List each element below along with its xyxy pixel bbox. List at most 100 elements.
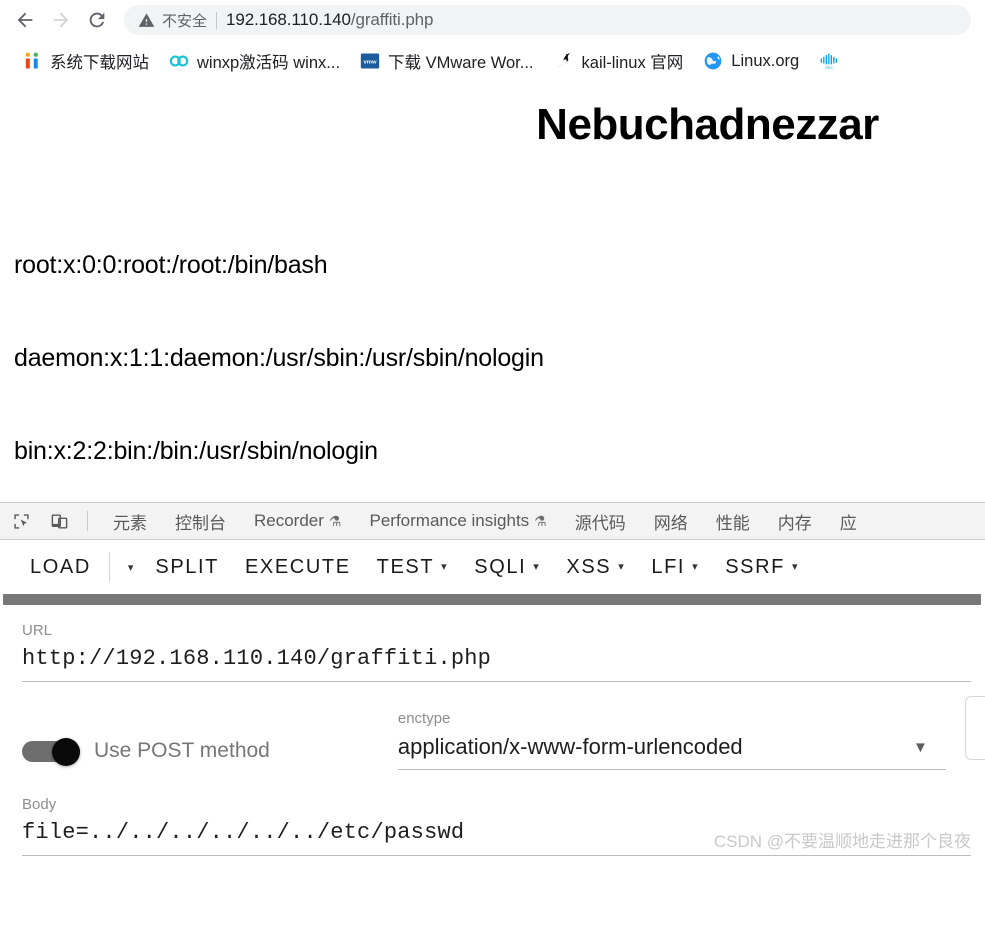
favicon-kali-dragon bbox=[556, 53, 570, 68]
hackbar-split-button[interactable]: SPLIT bbox=[155, 550, 219, 585]
tab-label: Recorder bbox=[254, 511, 324, 530]
chevron-down-icon: ▾ bbox=[127, 562, 134, 574]
tab-label: 性能 bbox=[715, 513, 750, 533]
devtools-tab-console[interactable]: 控制台 bbox=[161, 503, 240, 539]
hackbar-ssrf-button[interactable]: SSRF ▾ bbox=[725, 550, 799, 585]
bookmark-item-winxp[interactable]: winxp激活码 winx... bbox=[159, 45, 350, 77]
favicon-system-download bbox=[25, 52, 38, 69]
back-button[interactable] bbox=[8, 3, 42, 37]
tab-label: 控制台 bbox=[175, 513, 226, 533]
hackbar-request-form: URL http://192.168.110.140/graffiti.php … bbox=[0, 608, 985, 856]
chevron-down-icon: ▾ bbox=[692, 560, 700, 573]
button-label: XSS bbox=[566, 555, 612, 578]
passwd-line: root:x:0:0:root:/root:/bin/bash bbox=[14, 251, 328, 279]
page-title: Nebuchadnezzar bbox=[536, 100, 879, 149]
hackbar-load-dropdown-button[interactable]: ▾ bbox=[124, 552, 138, 582]
hackbar-xss-button[interactable]: XSS ▾ bbox=[566, 550, 625, 585]
inspect-element-button[interactable] bbox=[4, 506, 38, 536]
button-label: LFI bbox=[651, 555, 686, 578]
bookmark-item-vmware[interactable]: vmw 下载 VMware Wor... bbox=[350, 45, 543, 77]
hackbar-load-button[interactable]: LOAD bbox=[30, 550, 91, 585]
reload-button[interactable] bbox=[80, 3, 114, 37]
tab-label: 应 bbox=[839, 513, 857, 533]
button-label: TEST bbox=[376, 555, 435, 578]
chevron-down-icon: ▾ bbox=[791, 560, 800, 573]
tab-label: Performance insights bbox=[369, 511, 530, 530]
enctype-select-underline bbox=[397, 769, 946, 770]
chevron-down-icon: ▾ bbox=[533, 560, 541, 573]
url-input[interactable]: http://192.168.110.140/graffiti.php bbox=[0, 646, 985, 671]
devtools-tab-performance[interactable]: 性能 bbox=[702, 503, 764, 539]
bookmark-label: 系统下载网站 bbox=[50, 54, 149, 72]
chevron-down-icon: ▼ bbox=[913, 738, 928, 756]
watermark-text: CSDN @不要温顺地走进那个良夜 bbox=[713, 832, 971, 851]
arrow-right-icon bbox=[53, 12, 69, 28]
hackbar-execute-button[interactable]: EXECUTE bbox=[245, 550, 351, 585]
devtools-tab-elements[interactable]: 元素 bbox=[99, 503, 161, 539]
button-label: SPLIT bbox=[155, 555, 219, 578]
devtools-tab-network[interactable]: 网络 bbox=[640, 503, 702, 539]
enctype-select[interactable]: application/x-www-form-urlencoded ▼ bbox=[398, 734, 946, 760]
hackbar-test-button[interactable]: TEST ▾ bbox=[377, 550, 449, 585]
hackbar-lfi-button[interactable]: LFI ▾ bbox=[651, 550, 699, 585]
url-field-group: URL http://192.168.110.140/graffiti.php bbox=[0, 622, 985, 682]
device-toolbar-button[interactable] bbox=[42, 506, 76, 536]
favicon-cisco: cisco bbox=[820, 53, 838, 70]
bookmark-item-kali-linux[interactable]: kail-linux 官网 bbox=[544, 45, 694, 77]
use-post-method-toggle-group[interactable]: Use POST method bbox=[22, 738, 270, 770]
devtools-tab-performance-insights[interactable]: Performance insights ⚗ bbox=[355, 503, 560, 539]
bookmark-label: Linux.org bbox=[731, 51, 800, 70]
url-path: /graffiti.php bbox=[350, 10, 434, 29]
button-label: LOAD bbox=[30, 555, 91, 578]
side-panel-peek[interactable] bbox=[965, 696, 985, 760]
post-method-row: Use POST method enctype application/x-ww… bbox=[0, 710, 985, 770]
button-label: SQLI bbox=[474, 555, 527, 578]
scrollbar-thumb[interactable] bbox=[3, 594, 981, 605]
use-post-method-label: Use POST method bbox=[94, 739, 270, 762]
passwd-line: bin:x:2:2:bin:/bin:/usr/sbin/nologin bbox=[14, 437, 378, 465]
browser-chrome: 不安全 192.168.110.140/graffiti.php 系统下载网站 … bbox=[0, 0, 985, 82]
hackbar-panel: LOAD ▾ SPLIT EXECUTE TEST ▾ SQLI ▾ XSS ▾… bbox=[0, 540, 985, 856]
hackbar-sqli-button[interactable]: SQLI ▾ bbox=[474, 550, 540, 585]
reload-icon bbox=[89, 12, 105, 28]
devtools-tab-recorder[interactable]: Recorder ⚗ bbox=[240, 503, 355, 539]
use-post-method-toggle[interactable] bbox=[22, 738, 80, 766]
devtools-separator bbox=[87, 511, 88, 531]
page-viewport: Nebuchadnezzar root:x:0:0:root:/root:/bi… bbox=[0, 82, 985, 502]
devtools-tab-sources[interactable]: 源代码 bbox=[561, 503, 640, 539]
devtools-tab-memory[interactable]: 内存 bbox=[764, 503, 826, 539]
bookmark-item-system-download[interactable]: 系统下载网站 bbox=[12, 45, 159, 77]
bookmarks-bar: 系统下载网站 winxp激活码 winx... vmw 下载 VMware Wo… bbox=[0, 40, 985, 82]
devtools-tab-application[interactable]: 应 bbox=[826, 503, 871, 539]
favicon-winxp bbox=[169, 55, 189, 67]
button-label: SSRF bbox=[725, 555, 785, 578]
arrow-left-icon bbox=[17, 12, 33, 28]
body-field-label: Body bbox=[22, 796, 57, 813]
device-toolbar-icon bbox=[51, 513, 67, 529]
forward-button[interactable] bbox=[44, 3, 78, 37]
button-label: EXECUTE bbox=[244, 555, 351, 578]
favicon-vmware: vmw bbox=[360, 53, 380, 69]
hackbar-horizontal-scrollbar[interactable] bbox=[0, 594, 985, 608]
enctype-selected-value: application/x-www-form-urlencoded bbox=[397, 734, 743, 759]
enctype-field-label: enctype bbox=[397, 710, 451, 727]
bookmark-item-linux-org[interactable]: Linux.org bbox=[693, 47, 809, 75]
security-status-label: 不安全 bbox=[162, 12, 208, 30]
tab-label: 源代码 bbox=[574, 513, 626, 533]
bookmark-item-cisco[interactable]: cisco bbox=[809, 47, 857, 75]
favicon-linux-globe bbox=[704, 52, 722, 70]
hackbar-toolbar-divider bbox=[108, 552, 110, 582]
bookmark-label: winxp激活码 winx... bbox=[197, 54, 341, 72]
svg-text:vmw: vmw bbox=[364, 60, 377, 66]
enctype-field-group: enctype application/x-www-form-urlencode… bbox=[397, 710, 946, 770]
hackbar-toolbar: LOAD ▾ SPLIT EXECUTE TEST ▾ SQLI ▾ XSS ▾… bbox=[0, 540, 985, 594]
url-text: 192.168.110.140/graffiti.php bbox=[226, 10, 433, 30]
address-bar[interactable]: 不安全 192.168.110.140/graffiti.php bbox=[124, 5, 971, 35]
bookmark-label: 下载 VMware Wor... bbox=[388, 54, 534, 72]
chevron-down-icon: ▾ bbox=[441, 560, 449, 573]
experiment-flask-icon: ⚗ bbox=[534, 512, 547, 529]
experiment-flask-icon: ⚗ bbox=[328, 512, 342, 529]
toggle-knob bbox=[52, 738, 80, 766]
omnibox-divider bbox=[216, 11, 218, 29]
url-host: 192.168.110.140 bbox=[226, 10, 351, 29]
